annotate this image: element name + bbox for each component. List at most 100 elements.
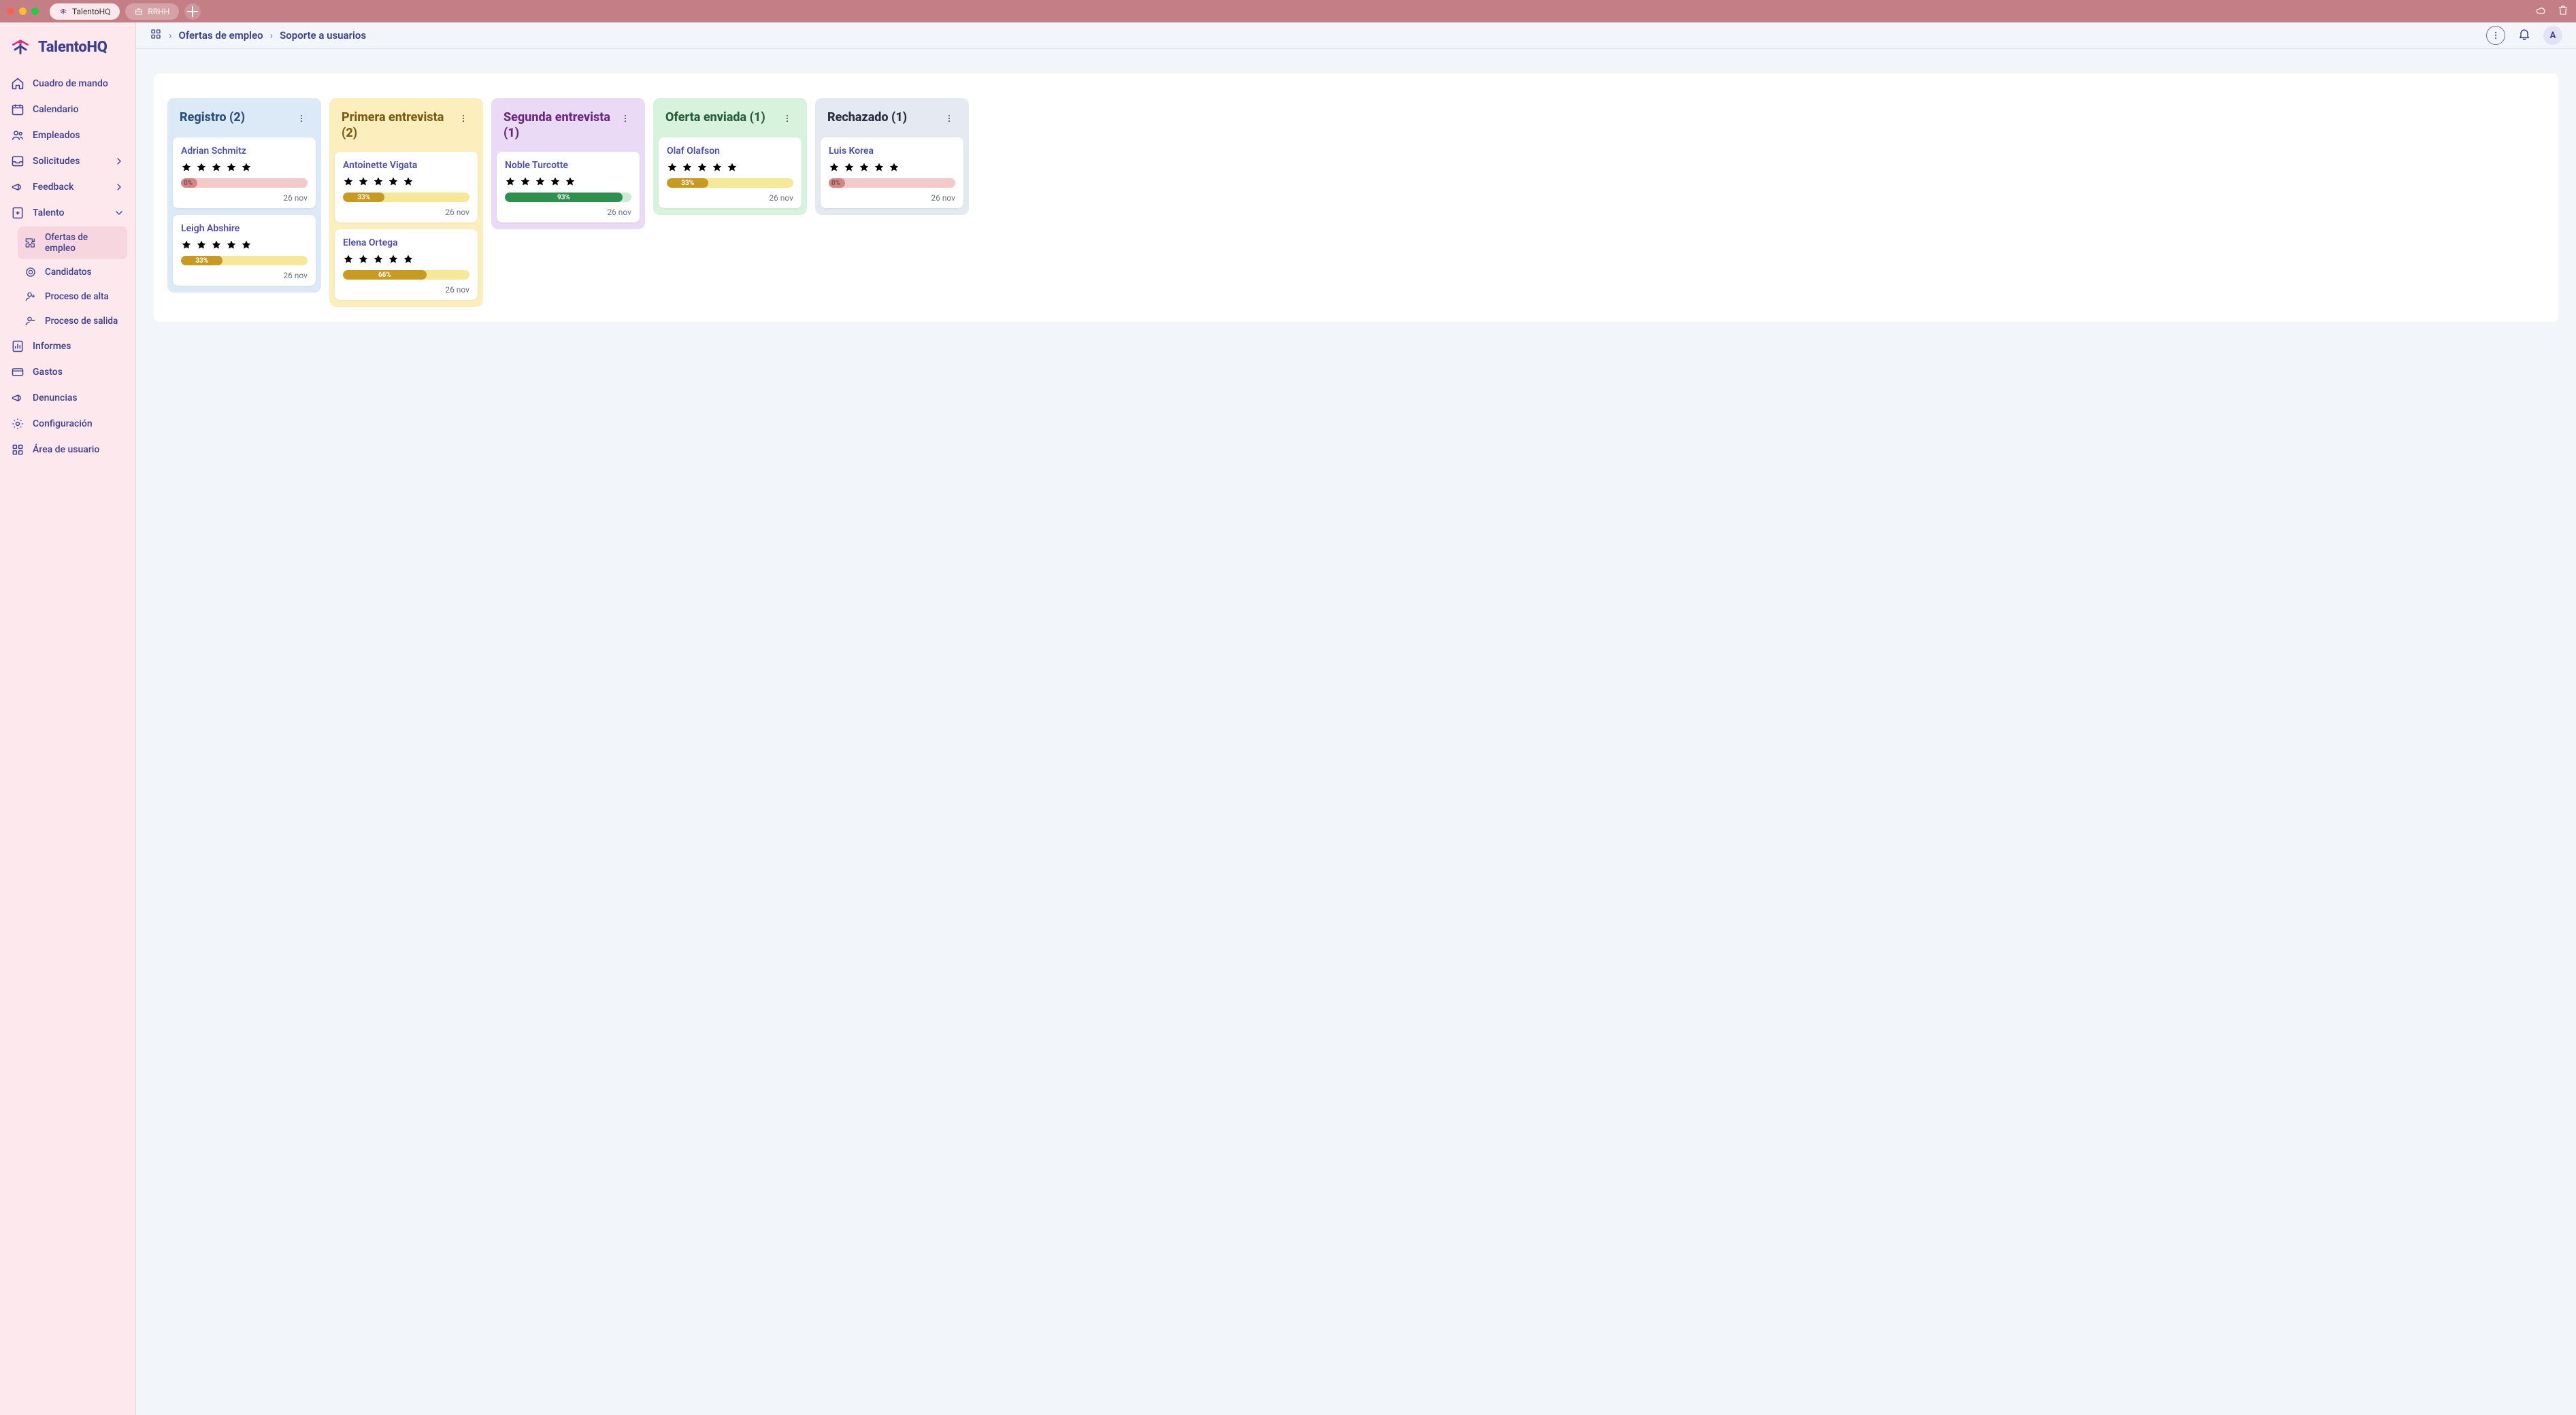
chevron-right-icon — [114, 156, 125, 167]
star-rating[interactable] — [667, 162, 793, 173]
column-menu-button[interactable] — [294, 110, 309, 127]
sidebar-submenu: Ofertas de empleo CandidatosProceso de al… — [4, 227, 131, 333]
sidebar-item-dashboard[interactable]: Cuadro de mando — [4, 71, 131, 96]
cloud-sync-icon[interactable] — [2535, 4, 2547, 19]
star-icon — [844, 162, 855, 173]
breadcrumb-root-icon[interactable] — [150, 28, 162, 43]
candidate-card[interactable]: Elena Ortega 66% 26 nov — [335, 229, 478, 300]
sidebar-item-settings[interactable]: Configuración — [4, 412, 131, 436]
column-menu-button[interactable] — [456, 110, 471, 127]
sidebar-item-feedback[interactable]: Feedback — [4, 175, 131, 199]
more-actions-button[interactable] — [2486, 26, 2505, 45]
column-menu-button[interactable] — [780, 110, 795, 127]
sidebar-item-label: Proceso de salida — [45, 316, 118, 327]
star-rating[interactable] — [181, 239, 308, 250]
progress-bar: 0% — [181, 178, 308, 188]
sidebar-item-expenses[interactable]: Gastos — [4, 360, 131, 384]
star-icon — [388, 176, 399, 187]
trash-icon[interactable] — [2557, 4, 2569, 19]
candidate-card[interactable]: Noble Turcotte 93% 26 nov — [497, 152, 640, 222]
inbox-icon — [11, 154, 24, 168]
sidebar-item-label: Área de usuario — [33, 444, 99, 455]
window-maximize-button[interactable] — [31, 7, 39, 15]
sidebar-item-label: Talento — [33, 207, 64, 218]
star-icon — [403, 176, 414, 187]
window-minimize-button[interactable] — [19, 7, 27, 15]
candidate-card[interactable]: Adrian Schmitz 0% 26 nov — [173, 137, 316, 208]
column-title: Segunda entrevista (1) — [503, 110, 612, 141]
star-icon — [181, 239, 192, 250]
megaphone-icon — [11, 180, 24, 194]
progress-label: 0% — [184, 180, 193, 187]
card-date: 26 nov — [667, 193, 793, 203]
star-icon — [403, 254, 414, 265]
new-tab-button[interactable] — [184, 3, 201, 20]
kanban-column-rechazado: Rechazado (1) Luis Korea 0% 26 nov — [815, 98, 969, 215]
brand[interactable]: TalentoHQ — [0, 29, 135, 71]
browser-tab[interactable]: RRHH — [125, 3, 179, 20]
star-icon — [373, 254, 384, 265]
candidate-card[interactable]: Leigh Abshire 33% 26 nov — [173, 215, 316, 286]
star-icon — [697, 162, 708, 173]
star-icon — [727, 162, 738, 173]
sidebar-item-label: Gastos — [33, 367, 63, 378]
avatar-initial: A — [2550, 31, 2556, 41]
window-close-button[interactable] — [7, 7, 14, 15]
avatar[interactable]: A — [2543, 26, 2562, 45]
star-rating[interactable] — [343, 176, 469, 187]
star-rating[interactable] — [829, 162, 955, 173]
star-icon — [550, 176, 561, 187]
users-icon — [11, 129, 24, 142]
candidate-name: Noble Turcotte — [505, 160, 631, 171]
kanban-column-registro: Registro (2) Adrian Schmitz 0% 26 nov Le… — [167, 98, 321, 293]
progress-bar: 33% — [667, 178, 793, 188]
board-scroll[interactable]: Registro (2) Adrian Schmitz 0% 26 nov Le… — [136, 49, 2576, 1415]
column-menu-button[interactable] — [618, 110, 633, 127]
star-icon — [520, 176, 531, 187]
star-icon — [196, 239, 207, 250]
sidebar-item-employees[interactable]: Empleados — [4, 123, 131, 148]
candidate-card[interactable]: Luis Korea 0% 26 nov — [821, 137, 963, 208]
star-icon — [535, 176, 546, 187]
tabstrip: TalentoHQ RRHH — [50, 3, 179, 20]
brand-name: TalentoHQ — [38, 39, 108, 56]
candidate-card[interactable]: Antoinette Vigata 33% 26 nov — [335, 152, 478, 222]
sidebar-item-complaints[interactable]: Denuncias — [4, 386, 131, 410]
sidebar-item-candidates[interactable]: Candidatos — [18, 261, 127, 284]
browser-tab[interactable]: TalentoHQ — [50, 3, 120, 20]
star-rating[interactable] — [505, 176, 631, 187]
sidebar-item-label: Feedback — [33, 182, 73, 193]
column-title: Oferta enviada (1) — [665, 110, 774, 126]
breadcrumb-separator: › — [270, 29, 274, 41]
sidebar-item-label: Ofertas de empleo — [45, 232, 120, 254]
star-rating[interactable] — [343, 254, 469, 265]
star-icon — [343, 254, 354, 265]
sidebar-item-user-area[interactable]: Área de usuario — [4, 437, 131, 462]
window-controls — [7, 7, 39, 15]
star-icon — [241, 162, 252, 173]
star-icon — [211, 162, 222, 173]
sidebar-item-offboarding[interactable]: Proceso de salida — [18, 310, 127, 333]
sidebar-item-job-offers[interactable]: Ofertas de empleo — [18, 227, 127, 259]
star-rating[interactable] — [181, 162, 308, 173]
home-icon — [11, 77, 24, 90]
progress-label: 0% — [831, 180, 840, 187]
star-icon — [565, 176, 576, 187]
sidebar-item-reports[interactable]: Informes — [4, 334, 131, 359]
kanban-column-segunda-entrevista: Segunda entrevista (1) Noble Turcotte 93… — [491, 98, 645, 229]
card-date: 26 nov — [343, 285, 469, 295]
sidebar-item-requests[interactable]: Solicitudes — [4, 149, 131, 173]
column-title: Primera entrevista (2) — [342, 110, 450, 141]
breadcrumb-item[interactable]: Soporte a usuarios — [280, 29, 366, 41]
sidebar-item-calendar[interactable]: Calendario — [4, 97, 131, 122]
sidebar-item-talent[interactable]: Talento — [4, 201, 131, 225]
progress-label: 66% — [378, 271, 391, 279]
candidate-card[interactable]: Olaf Olafson 33% 26 nov — [659, 137, 802, 208]
breadcrumb-item[interactable]: Ofertas de empleo — [179, 29, 263, 41]
user-minus-icon — [24, 315, 37, 327]
column-menu-button[interactable] — [942, 110, 957, 127]
logo-icon — [59, 7, 67, 16]
sidebar-item-onboarding[interactable]: Proceso de alta — [18, 285, 127, 308]
notifications-button[interactable] — [2517, 27, 2531, 44]
star-icon — [226, 239, 237, 250]
